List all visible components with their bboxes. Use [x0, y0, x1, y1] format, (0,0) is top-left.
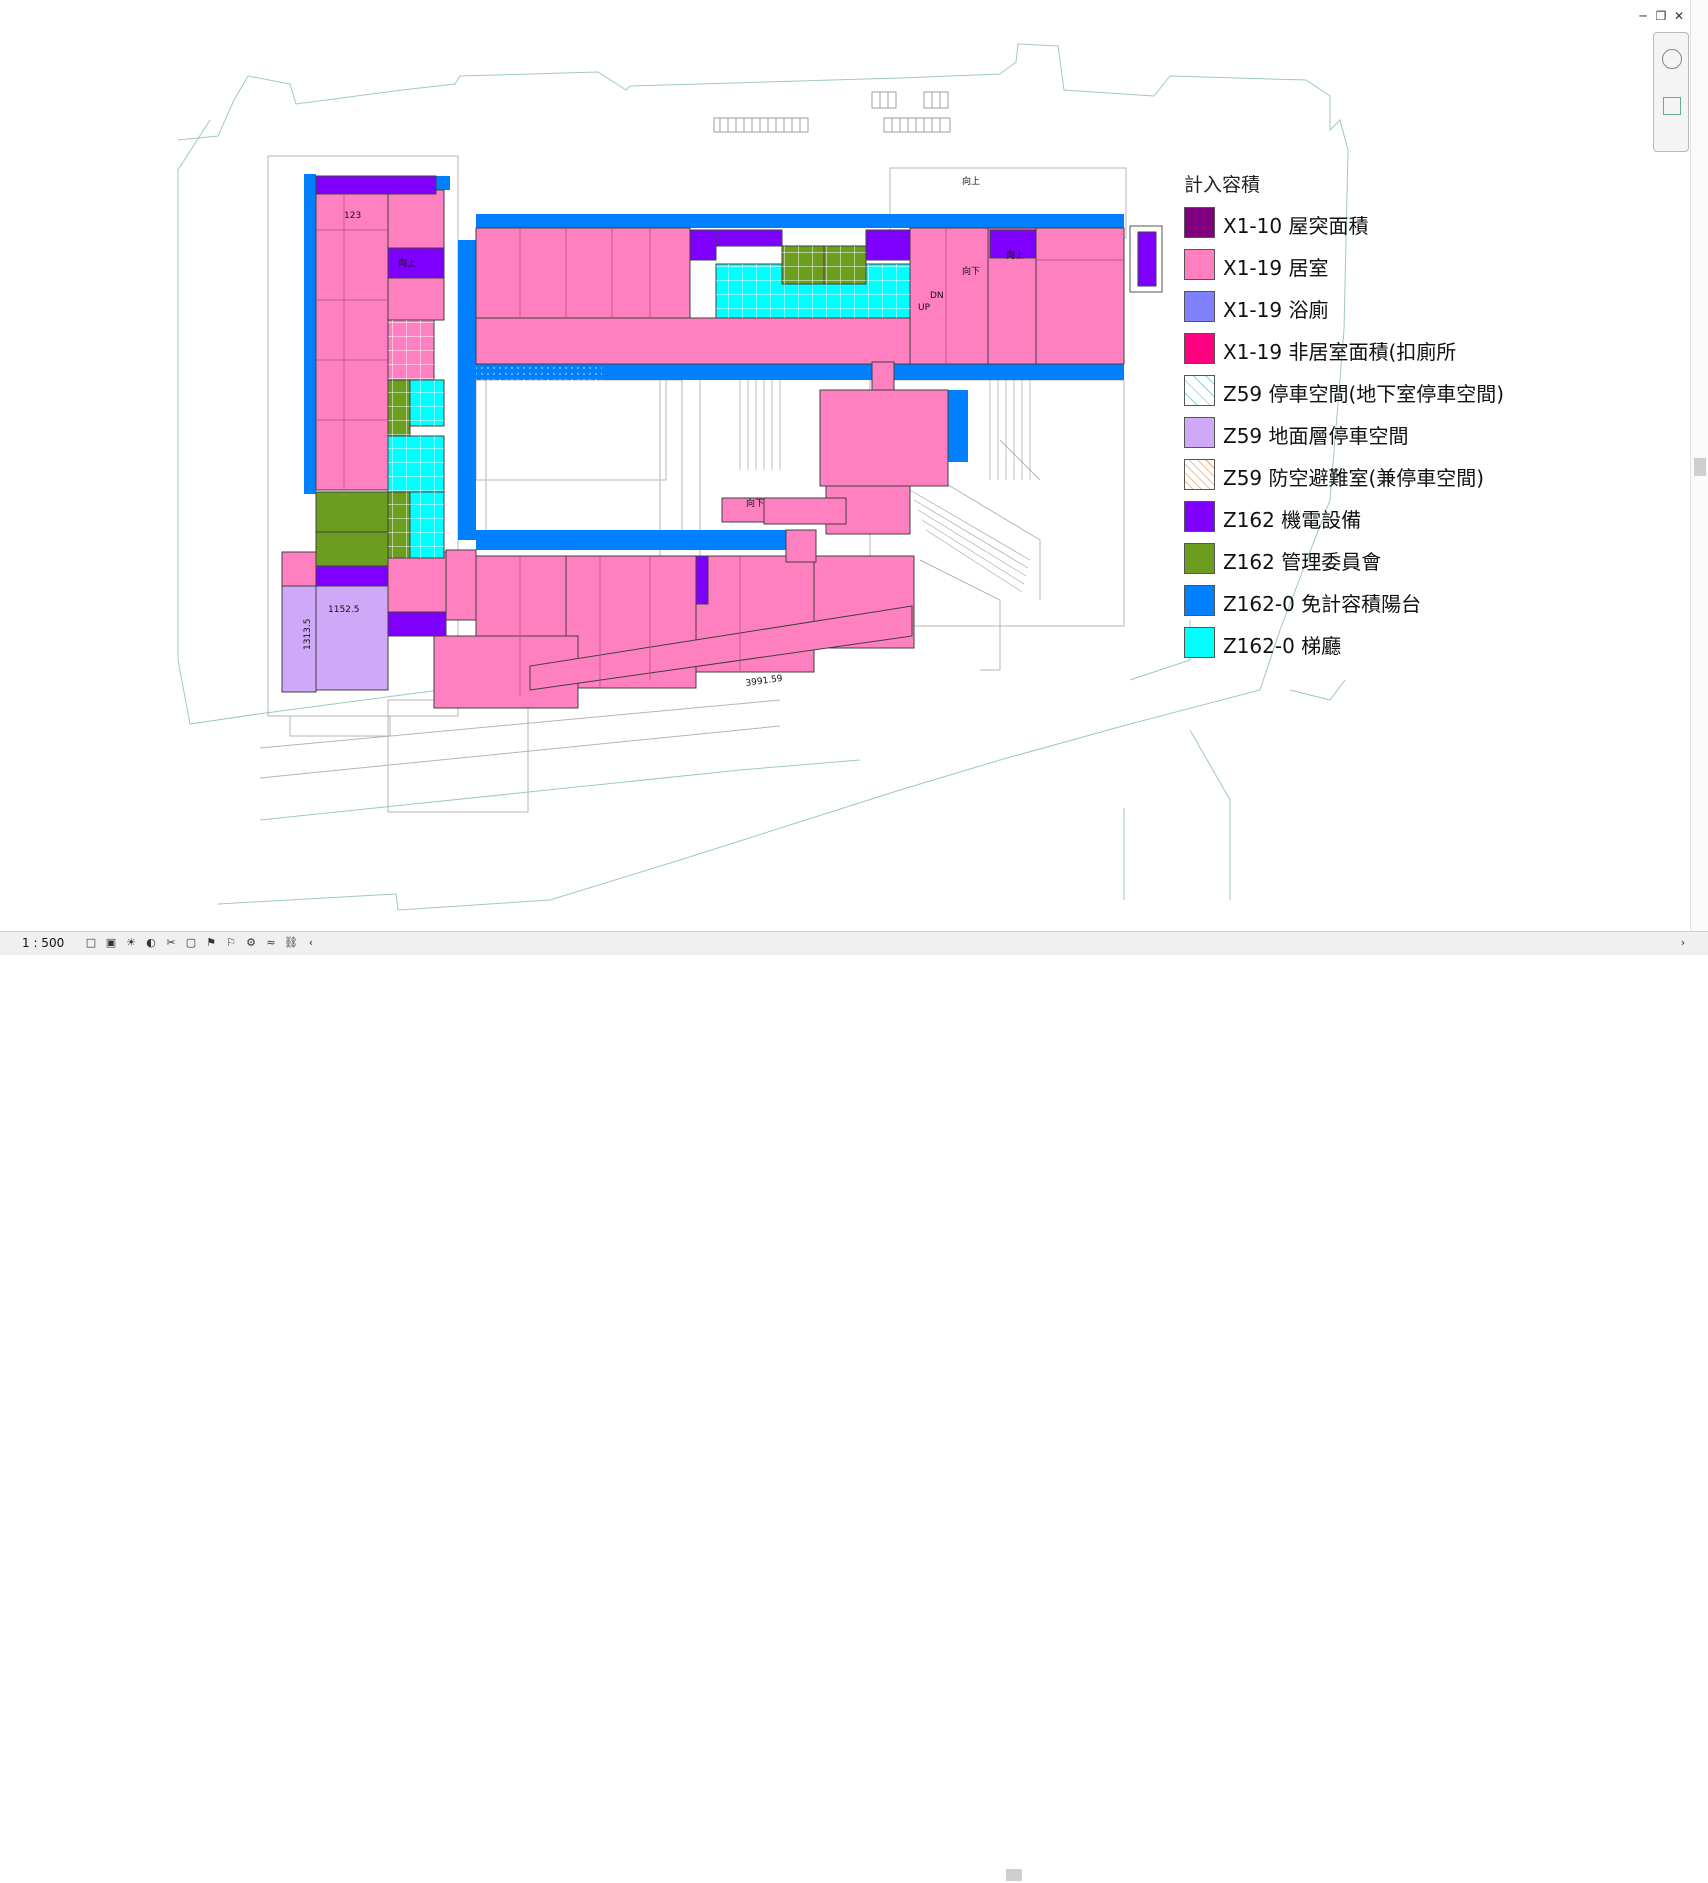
scale-label[interactable]: 1 : 500: [22, 936, 64, 950]
legend-swatch: [1184, 375, 1215, 406]
stair-tag: 向上: [1006, 249, 1024, 261]
legend-label: Z162 管理委員會: [1223, 550, 1382, 574]
scroll-left-icon[interactable]: ‹: [304, 936, 318, 949]
legend-swatch: [1184, 459, 1215, 490]
legend-item: Z162-0 免計容積陽台: [1184, 585, 1421, 627]
legend-swatch: [1184, 333, 1215, 364]
stair-tag: 向上: [962, 175, 980, 187]
legend-swatch: [1184, 207, 1215, 238]
color-fill-legend[interactable]: 計入容積 X1-10 屋突面積 X1-19 居室 X1-19 浴廁 X1-19 非居室…: [1184, 170, 1504, 669]
zoom-region-icon[interactable]: [1663, 97, 1681, 115]
navigation-bar[interactable]: [1653, 32, 1689, 152]
stair-tag: 向上: [398, 257, 416, 269]
legend-swatch: [1184, 627, 1215, 658]
visual-style-icon[interactable]: ▣: [104, 936, 118, 949]
legend-label: Z162 機電設備: [1223, 508, 1362, 532]
stair-tag: 向下: [746, 497, 764, 509]
legend-item: Z162 管理委員會: [1184, 543, 1381, 585]
temporary-hide-icon[interactable]: ⚑: [204, 936, 218, 949]
legend-title: 計入容積: [1184, 174, 1261, 196]
legend-item: X1-19 居室: [1184, 249, 1328, 291]
legend-item: X1-19 浴廁: [1184, 291, 1328, 333]
view-control-bar: 1 : 500 □ ▣ ☀ ◐ ✂ ▢ ⚑ ⚐ ⚙ ≈ ⛓ ‹ ›: [0, 931, 1708, 1881]
crop-view-icon[interactable]: ✂: [164, 936, 178, 949]
scroll-right-icon[interactable]: ›: [1676, 936, 1690, 949]
legend-item: Z59 防空避難室(兼停車空間): [1184, 459, 1484, 501]
legend-item: Z162-0 梯廳: [1184, 627, 1341, 669]
legend-item: Z59 停車空間(地下室停車空間): [1184, 375, 1504, 417]
legend-swatch: [1184, 291, 1215, 322]
dim-label: 123: [344, 211, 361, 221]
legend-label: Z59 防空避難室(兼停車空間): [1223, 466, 1485, 490]
stair-tag: 向下: [962, 265, 980, 277]
legend-label: X1-10 屋突面積: [1223, 214, 1369, 238]
dim-label: 1152.5: [328, 605, 360, 615]
dim-label: 3991.59: [745, 674, 784, 689]
reveal-hidden-icon[interactable]: ⚐: [224, 936, 238, 949]
legend-label: Z162-0 梯廳: [1223, 634, 1342, 658]
legend-item: X1-10 屋突面積: [1184, 207, 1368, 249]
legend-label: X1-19 浴廁: [1223, 298, 1329, 322]
constraints-icon[interactable]: ⛓: [284, 936, 298, 949]
legend-item: X1-19 非居室面積(扣廁所: [1184, 333, 1456, 375]
balcony-texture: [476, 364, 602, 380]
legend-label: Z59 停車空間(地下室停車空間): [1223, 382, 1505, 406]
dim-label: 1313.5: [303, 619, 313, 651]
legend-swatch: [1184, 543, 1215, 574]
legend-label: X1-19 居室: [1223, 256, 1329, 280]
vertical-scroll-thumb[interactable]: [1694, 458, 1706, 476]
shadows-icon[interactable]: ◐: [144, 936, 158, 949]
legend-item: Z162 機電設備: [1184, 501, 1361, 543]
vertical-scrollbar[interactable]: [1690, 0, 1708, 931]
analysis-icon[interactable]: ≈: [264, 936, 278, 949]
minimize-icon[interactable]: ─: [1636, 9, 1650, 23]
worksharing-icon[interactable]: ⚙: [244, 936, 258, 949]
horizontal-scroll-thumb[interactable]: [1006, 1869, 1022, 1881]
detail-level-icon[interactable]: □: [84, 936, 98, 949]
legend-item: Z59 地面層停車空間: [1184, 417, 1409, 459]
legend-swatch: [1184, 501, 1215, 532]
legend-label: X1-19 非居室面積(扣廁所: [1223, 340, 1457, 364]
stair-tag: DN: [930, 291, 944, 301]
show-crop-icon[interactable]: ▢: [184, 936, 198, 949]
steering-wheel-icon[interactable]: [1662, 49, 1682, 69]
stair-tag: UP: [918, 303, 931, 313]
close-icon[interactable]: ✕: [1672, 9, 1686, 23]
legend-swatch: [1184, 585, 1215, 616]
restore-icon[interactable]: ❐: [1654, 9, 1668, 23]
legend-label: Z59 地面層停車空間: [1223, 424, 1409, 448]
sun-path-icon[interactable]: ☀: [124, 936, 138, 949]
legend-swatch: [1184, 417, 1215, 448]
legend-label: Z162-0 免計容積陽台: [1223, 592, 1422, 616]
legend-swatch: [1184, 249, 1215, 280]
parking-stalls: [713, 91, 951, 133]
horizontal-scrollbar[interactable]: [360, 1866, 1690, 1883]
ground-parking: [315, 585, 389, 691]
